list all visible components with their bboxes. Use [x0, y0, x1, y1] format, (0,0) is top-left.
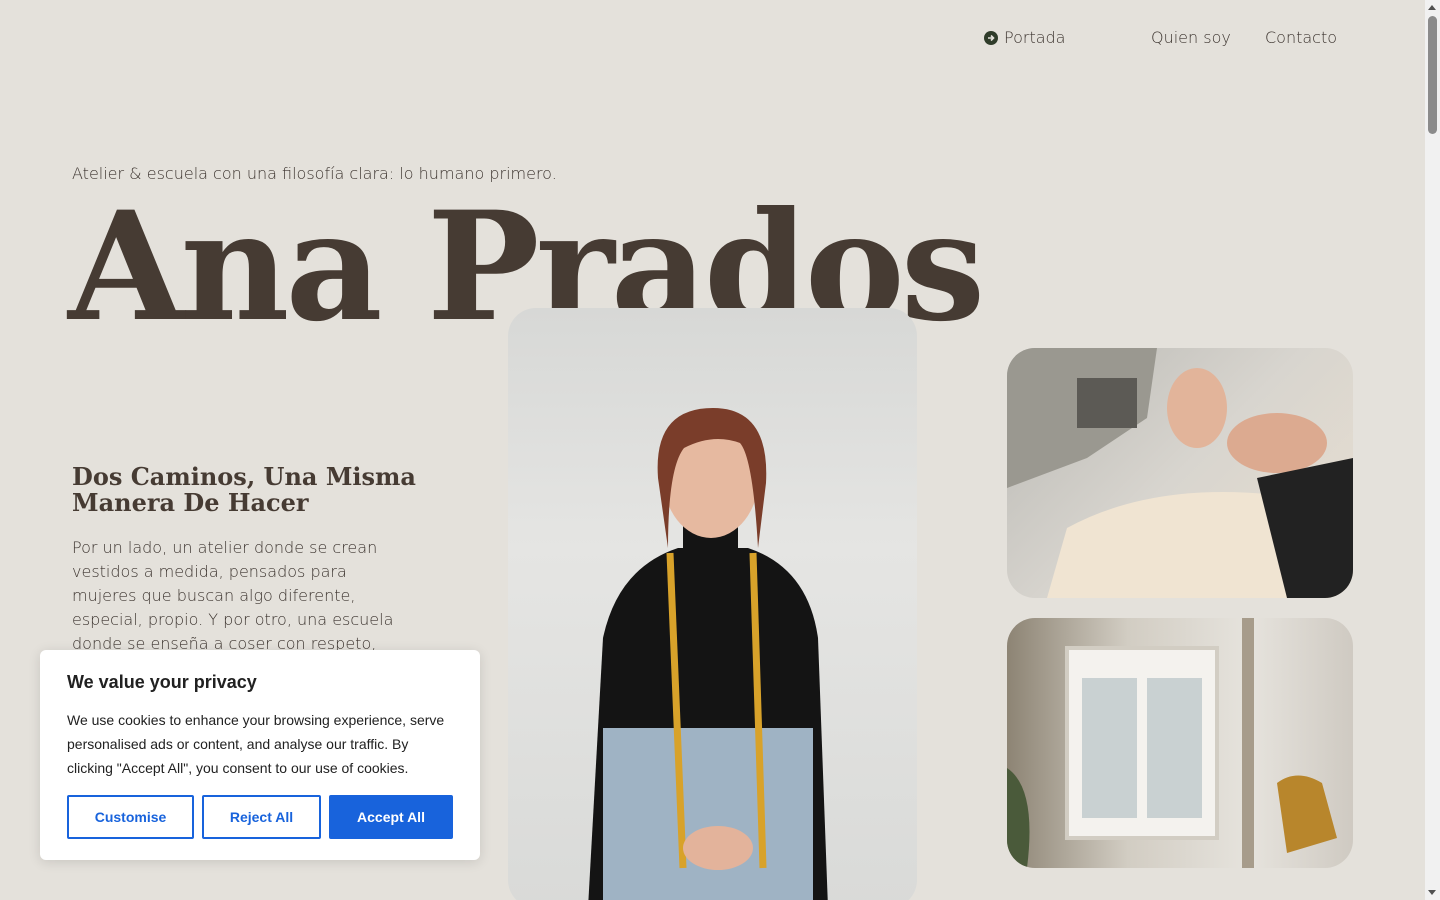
scroll-thumb[interactable]	[1428, 16, 1437, 134]
scroll-down-icon[interactable]	[1428, 890, 1436, 895]
reject-all-button[interactable]: Reject All	[202, 795, 321, 839]
accept-all-button[interactable]: Accept All	[329, 795, 453, 839]
cookie-text: We use cookies to enhance your browsing …	[67, 712, 445, 776]
cookie-consent-banner: We value your privacy We use cookies to …	[40, 650, 480, 860]
cookie-title: We value your privacy	[67, 672, 257, 692]
portrait-photo	[508, 308, 917, 900]
arrow-right-circle-icon	[984, 30, 998, 45]
main-nav: Portada Quien soy Contacto	[0, 28, 1425, 56]
atelier-photo	[1007, 618, 1353, 868]
scrollbar[interactable]	[1425, 0, 1440, 900]
nav-item-label: Contacto	[1265, 28, 1338, 47]
nav-item-label: Portada	[1004, 28, 1066, 47]
sewing-illustration	[1007, 348, 1353, 598]
portrait-illustration	[588, 408, 828, 900]
atelier-illustration	[1007, 618, 1337, 868]
section-title: Dos Caminos, Una Misma Manera De Hacer	[72, 462, 416, 517]
nav-item-portada[interactable]: Portada	[984, 28, 1065, 47]
scroll-up-icon[interactable]	[1428, 5, 1436, 10]
customise-button[interactable]: Customise	[67, 795, 194, 839]
nav-item-contacto[interactable]: Contacto	[1265, 28, 1337, 47]
nav-item-label: Quien soy	[1151, 28, 1231, 47]
nav-item-quien-soy[interactable]: Quien soy	[1151, 28, 1231, 47]
sewing-photo	[1007, 348, 1353, 598]
